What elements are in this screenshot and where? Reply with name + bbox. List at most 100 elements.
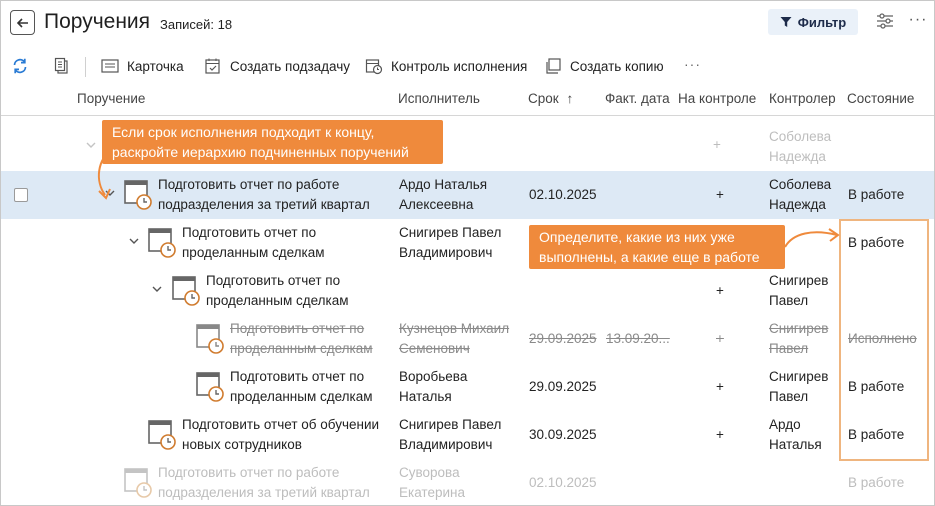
toolbar-more-button[interactable]: ··· — [684, 56, 701, 72]
controller-line2: Надежда — [769, 197, 826, 212]
controller-line1: Соболева — [769, 129, 832, 144]
state-cell: В работе — [848, 187, 905, 202]
table-row[interactable]: Подготовить отчет по работе подразделени… — [1, 459, 934, 505]
executor-line2: Наталья — [399, 389, 452, 404]
on-control-mark: + — [716, 379, 724, 394]
column-header-executor[interactable]: Исполнитель — [398, 91, 480, 106]
deadline-header-label: Срок — [528, 91, 559, 106]
table-row[interactable]: Подготовить отчет по проделанным сделкам… — [1, 267, 934, 315]
on-control-mark: + — [716, 331, 724, 346]
controller-line2: Надежда — [769, 149, 826, 164]
task-title-line1[interactable]: Подготовить отчет по — [230, 367, 364, 387]
chevron-down-icon[interactable] — [128, 235, 140, 247]
task-calendar-icon — [172, 276, 200, 306]
funnel-icon — [780, 17, 792, 27]
create-subtask-button[interactable]: Создать подзадачу — [204, 55, 350, 77]
deadline-cell: 30.09.2025 — [529, 427, 597, 442]
task-title-line1[interactable]: Подготовить отчет по — [182, 223, 316, 243]
app-window: Поручения Записей: 18 Фильтр ··· Карточк… — [0, 0, 935, 506]
table-row-selected[interactable]: Подготовить отчет по работе подразделени… — [1, 171, 934, 219]
task-title-line2[interactable]: новых сотрудников — [182, 435, 302, 455]
task-calendar-icon — [196, 372, 224, 402]
execution-control-button[interactable]: Контроль исполнения — [365, 55, 527, 77]
create-copy-label: Создать копию — [570, 58, 664, 74]
controller-line2: Павел — [769, 341, 809, 356]
task-calendar-icon — [148, 420, 176, 450]
hint-line1: Определите, какие из них уже — [539, 229, 735, 245]
executor-line2: Алексеевна — [399, 197, 474, 212]
refresh-icon — [13, 58, 27, 74]
task-title-line2[interactable]: подразделения за третий квартал — [158, 483, 370, 503]
toolbar: Карточка Создать подзадачу Контроль испо… — [1, 47, 934, 85]
task-title-line2[interactable]: проделанным сделкам — [182, 243, 325, 263]
hint-callout-status: Определите, какие из них уже выполнены, … — [529, 225, 785, 269]
column-header-on-control[interactable]: На контроле — [678, 91, 756, 106]
hint-line1: Если срок исполнения подходит к концу, — [112, 124, 375, 140]
executor-line1: Ардо Наталья — [399, 177, 488, 192]
on-control-mark: + — [716, 283, 724, 298]
controller-line1: Снигирев — [769, 321, 829, 336]
column-header-state[interactable]: Состояние — [847, 91, 914, 106]
table-row[interactable]: Подготовить отчет по проделанным сделкам… — [1, 363, 934, 411]
header: Поручения Записей: 18 Фильтр ··· — [1, 1, 934, 45]
table-row[interactable]: Подготовить отчет об обучении новых сотр… — [1, 411, 934, 459]
task-title-line2[interactable]: подразделения за третий квартал — [158, 195, 370, 215]
on-control-mark: + — [716, 427, 724, 442]
card-button[interactable]: Карточка — [101, 55, 184, 77]
calendar-clock-icon — [365, 59, 383, 75]
executor-line1: Кузнецов Михаил — [399, 321, 510, 336]
hint-callout-expand: Если срок исполнения подходит к концу, р… — [102, 120, 443, 164]
executor-line2: Владимирович — [399, 437, 493, 452]
more-options-button[interactable]: ··· — [907, 11, 929, 33]
executor-line2: Екатерина — [399, 485, 465, 500]
copy-list-button[interactable] — [53, 55, 71, 77]
task-title-line2[interactable]: проделанным сделкам — [230, 339, 373, 359]
controller-line2: Павел — [769, 293, 809, 308]
chevron-down-icon[interactable] — [85, 139, 97, 151]
filter-button[interactable]: Фильтр — [768, 9, 858, 35]
controller-line2: Павел — [769, 389, 809, 404]
state-cell: В работе — [848, 475, 905, 490]
records-count: Записей: 18 — [160, 17, 233, 32]
filter-label: Фильтр — [797, 14, 847, 30]
task-title-line1[interactable]: Подготовить отчет об обучении — [182, 415, 379, 435]
executor-line1: Воробьева — [399, 369, 468, 384]
calendar-add-icon — [205, 58, 220, 74]
sort-ascending-icon: ↑ — [566, 91, 574, 106]
on-control-mark: + — [713, 137, 721, 152]
column-header-controller[interactable]: Контролер — [769, 91, 836, 106]
create-subtask-label: Создать подзадачу — [230, 58, 351, 74]
column-header-actual-date[interactable]: Факт. дата — [605, 91, 670, 106]
task-title-line1[interactable]: Подготовить отчет по работе — [158, 463, 339, 483]
task-title-line1[interactable]: Подготовить отчет по работе — [158, 175, 339, 195]
back-button[interactable] — [10, 10, 35, 35]
create-copy-button[interactable]: Создать копию — [544, 55, 664, 77]
execution-control-label: Контроль исполнения — [391, 58, 528, 74]
task-title-line2[interactable]: проделанным сделкам — [230, 387, 373, 407]
card-label: Карточка — [127, 58, 184, 74]
row-checkbox[interactable] — [14, 188, 28, 202]
page-title: Поручения — [44, 10, 151, 33]
column-header-deadline[interactable]: Срок ↑ — [528, 91, 573, 106]
task-title-line2[interactable]: проделанным сделкам — [206, 291, 349, 311]
deadline-cell: 29.09.2025 — [529, 331, 597, 346]
table-row[interactable]: Подготовить отчет по проделанным сделкам… — [1, 219, 934, 267]
refresh-button[interactable] — [11, 55, 29, 77]
view-settings-button[interactable] — [874, 11, 898, 33]
task-calendar-icon — [148, 228, 176, 258]
ellipsis-icon: ··· — [908, 11, 928, 28]
copy-icon — [54, 57, 68, 74]
task-title-line1[interactable]: Подготовить отчет по — [230, 319, 364, 339]
deadline-cell: 29.09.2025 — [529, 379, 597, 394]
chevron-down-icon[interactable] — [151, 283, 163, 295]
table-row-completed[interactable]: Подготовить отчет по проделанным сделкам… — [1, 315, 934, 363]
task-calendar-icon — [196, 324, 224, 354]
task-title-line1[interactable]: Подготовить отчет по — [206, 271, 340, 291]
chevron-down-icon[interactable] — [104, 187, 116, 199]
toolbar-divider — [85, 57, 86, 77]
hint-line2: раскройте иерархию подчиненных поручений — [112, 144, 409, 160]
header-divider — [1, 115, 934, 116]
on-control-mark: + — [716, 187, 724, 202]
column-header-task[interactable]: Поручение — [77, 91, 145, 106]
task-calendar-icon — [124, 468, 152, 498]
